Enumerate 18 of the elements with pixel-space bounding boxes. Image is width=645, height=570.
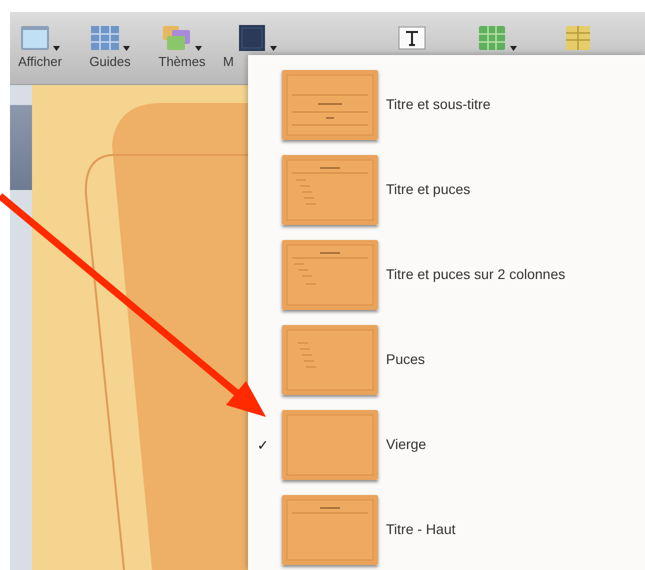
layout-option[interactable]: Titre et puces sur 2 colonnes [386, 264, 566, 285]
window-icon [20, 24, 50, 52]
toolbar-button[interactable]: Thèmes [152, 24, 212, 68]
layout-option[interactable]: Puces [386, 349, 425, 370]
table-icon [477, 24, 507, 52]
slide-thumbnail[interactable] [10, 105, 32, 190]
columns-icon [563, 24, 593, 52]
layout-option[interactable]: Vierge [386, 434, 426, 455]
toolbar-button[interactable]: Afficher [10, 24, 70, 68]
master-icon [237, 24, 267, 52]
layout-option[interactable]: Titre et sous-titre [386, 94, 491, 115]
grid-icon [90, 24, 120, 52]
text-icon [397, 24, 427, 52]
themes-icon [162, 24, 192, 52]
layout-option[interactable]: Titre - Haut [386, 519, 456, 540]
toolbar-button[interactable]: Guides [80, 24, 140, 68]
check-mark: ✓ [256, 438, 270, 452]
layout-option[interactable]: Titre et puces [386, 179, 470, 200]
